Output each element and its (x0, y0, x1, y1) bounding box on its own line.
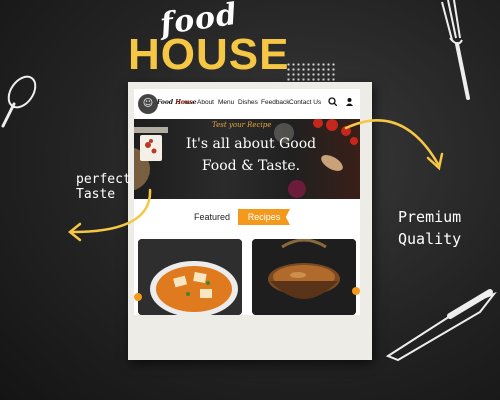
search-icon[interactable] (328, 97, 338, 108)
user-icon[interactable] (345, 97, 354, 108)
carousel-prev-dot[interactable] (134, 293, 142, 301)
knife-icon (385, 289, 497, 362)
hero-tagline: Test your Recipe (212, 121, 272, 129)
chef-logo-icon: ☺ (138, 94, 158, 114)
nav-link-contact[interactable]: Contact Us (289, 99, 321, 106)
nav-link-about[interactable]: About (197, 99, 214, 106)
hero-title-line1: It's all about Good (185, 136, 317, 152)
website-preview: ☺ Food House Home About Menu Dishes Feed… (134, 89, 360, 315)
left-arrow-icon (67, 188, 152, 242)
recipe-card[interactable] (138, 239, 242, 315)
hero-title: It's all about Good Food & Taste. (166, 133, 336, 177)
fork-icon (441, 0, 470, 100)
curry-bowl-image (138, 239, 242, 315)
spoon-icon (1, 75, 37, 128)
recipe-card[interactable] (252, 239, 356, 315)
hero-title-line2: Food & Taste. (201, 158, 301, 174)
decorative-dots (286, 62, 336, 82)
nav-link-menu[interactable]: Menu (218, 99, 234, 106)
featured-section-header: Featured Recipes (134, 199, 360, 239)
featured-label: Featured (194, 212, 231, 222)
navbar: ☺ Food House Home About Menu Dishes Feed… (134, 89, 360, 120)
quality-text: Quality (398, 230, 462, 248)
nav-link-dishes[interactable]: Dishes (238, 99, 258, 106)
nav-link-feedback[interactable]: Feedback (261, 99, 290, 106)
premium-text: Premium (398, 208, 462, 226)
stew-pot-image (252, 239, 356, 315)
carousel-next-dot[interactable] (352, 287, 360, 295)
premium-quality-text: Premium Quality (398, 206, 461, 250)
nav-link-home[interactable]: Home (176, 99, 193, 106)
recipes-badge: Recipes (238, 209, 290, 225)
right-arrow-icon (344, 119, 444, 171)
hero-banner: Test your Recipe It's all about Good Foo… (134, 119, 360, 199)
perfect-text: perfect (76, 172, 131, 187)
logo-house-text: HOUSE (128, 30, 290, 79)
